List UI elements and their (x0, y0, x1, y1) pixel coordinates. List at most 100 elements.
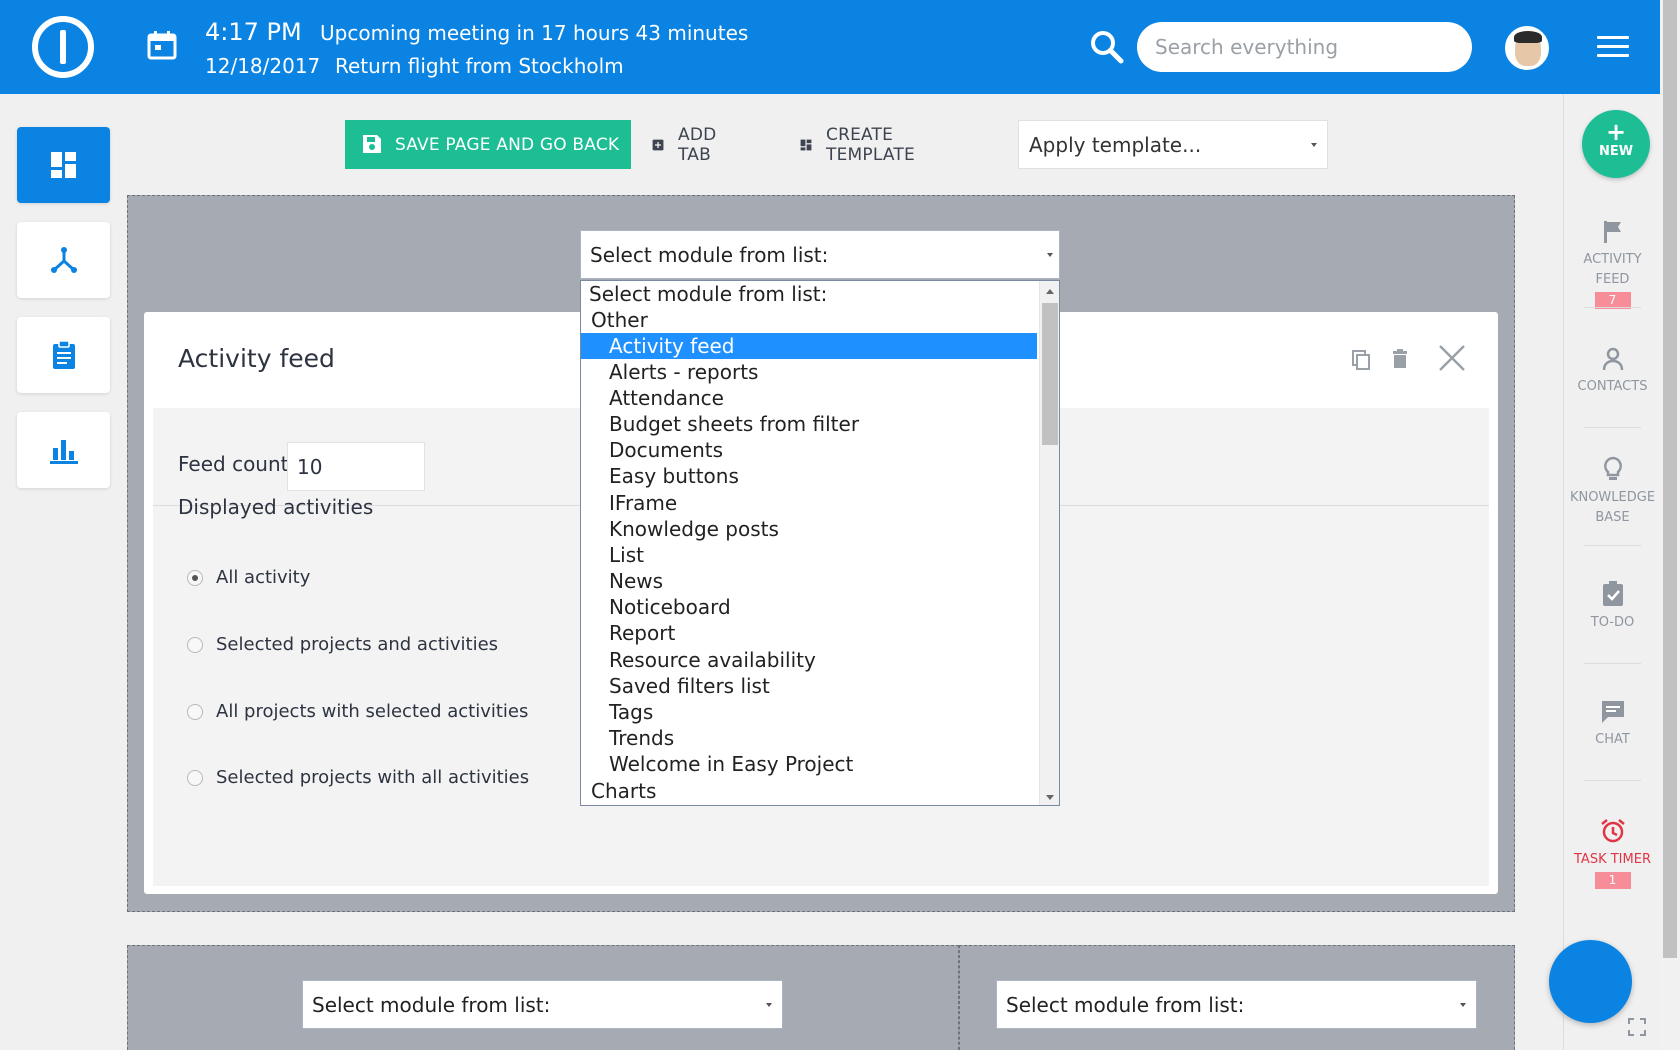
copy-icon[interactable] (1350, 348, 1372, 370)
trash-icon[interactable] (1389, 348, 1411, 370)
dropdown-option[interactable]: Alerts - reports (581, 359, 1037, 385)
dropdown-option[interactable]: Activity feed (581, 333, 1037, 359)
top-bar: 4:17 PM 12/18/2017 Upcoming meeting in 1… (0, 0, 1660, 94)
lightbulb-icon (1603, 456, 1622, 480)
avatar[interactable] (1505, 26, 1549, 70)
nav-network[interactable] (17, 222, 110, 298)
nav-dashboard[interactable] (17, 127, 110, 203)
module-select-top[interactable]: Select module from list: (580, 230, 1060, 279)
upcoming-meeting[interactable]: Upcoming meeting in 17 hours 43 minutes (320, 21, 748, 45)
dropdown-option[interactable]: Report (581, 620, 1037, 646)
radio-selected-projects-all-activities[interactable] (187, 770, 203, 786)
dropdown-group-other: Other (591, 308, 648, 332)
save-page-button[interactable]: SAVE PAGE AND GO BACK (345, 120, 631, 169)
logo[interactable] (32, 16, 94, 78)
knowledge-base-label-2: BASE (1595, 510, 1630, 525)
apply-template-value: Apply template... (1029, 132, 1202, 157)
chat-icon (1601, 701, 1624, 723)
dropdown-option[interactable]: Documents (581, 437, 1037, 463)
radio-label: All activity (216, 567, 311, 588)
chat-label: CHAT (1595, 732, 1630, 747)
plus-square-icon (652, 139, 664, 150)
search-input[interactable] (1137, 22, 1472, 72)
upcoming-event[interactable]: Return flight from Stockholm (335, 54, 624, 78)
flag-icon (1603, 221, 1621, 243)
module-select-bottom-left-value: Select module from list: (312, 992, 551, 1017)
card-title: Activity feed (178, 344, 335, 373)
scroll-up-icon[interactable] (1046, 289, 1054, 294)
plus-icon: + (1605, 118, 1627, 146)
radio-all-projects-selected-activities[interactable] (187, 704, 203, 720)
dropdown-option[interactable]: Trends (581, 725, 1037, 751)
close-icon[interactable] (1437, 343, 1467, 373)
dropdown-scrollbar[interactable] (1039, 281, 1059, 805)
alarm-clock-icon (1600, 819, 1625, 843)
page-scrollbar[interactable] (1660, 0, 1680, 1050)
dropdown-option[interactable]: List (581, 542, 1037, 568)
dropdown-option[interactable]: Saved filters list (581, 673, 1037, 699)
sidebar-item-todo[interactable]: TO-DO (1564, 581, 1661, 633)
dropdown-option[interactable]: Attendance (581, 385, 1037, 411)
add-tab-button[interactable]: ADD TAB (652, 120, 724, 169)
floating-action-button[interactable] (1549, 940, 1632, 1023)
radio-selected-projects-activities[interactable] (187, 637, 203, 653)
dropdown-placeholder[interactable]: Select module from list: (581, 281, 1037, 307)
clipboard-icon (52, 340, 75, 369)
template-icon (800, 139, 812, 150)
current-time: 4:17 PM (205, 18, 302, 46)
bar-chart-icon (49, 440, 78, 464)
todo-label: TO-DO (1590, 615, 1635, 630)
feed-count-input[interactable]: 10 (287, 442, 425, 491)
dropdown-option[interactable]: Easy buttons (581, 463, 1037, 489)
divider (1584, 545, 1641, 546)
knowledge-base-label-1: KNOWLEDGE (1569, 490, 1656, 505)
dropdown-option[interactable]: Tags (581, 699, 1037, 725)
dropdown-group-charts: Charts (591, 779, 657, 803)
calendar-icon[interactable] (147, 30, 177, 60)
chevron-down-icon (1311, 143, 1317, 147)
nav-tasks[interactable] (17, 317, 110, 393)
module-select-bottom-right-value: Select module from list: (1006, 992, 1245, 1017)
scroll-down-icon[interactable] (1046, 795, 1054, 800)
add-tab-label: ADD TAB (678, 124, 717, 165)
dropdown-option[interactable]: Welcome in Easy Project (581, 751, 1037, 777)
divider (1584, 780, 1641, 781)
fullscreen-icon[interactable] (1628, 1018, 1646, 1036)
create-template-button[interactable]: CREATE TEMPLATE (800, 120, 923, 169)
network-icon (50, 247, 77, 273)
chevron-down-icon (1047, 253, 1053, 257)
dropdown-option[interactable]: Resource availability (581, 647, 1037, 673)
module-select-top-value: Select module from list: (590, 242, 829, 267)
sidebar-item-contacts[interactable]: CONTACTS (1564, 347, 1661, 397)
radio-label: Selected projects with all activities (216, 767, 530, 788)
dashboard-icon (50, 152, 76, 178)
dropdown-option[interactable]: Noticeboard (581, 594, 1037, 620)
search-icon[interactable] (1090, 30, 1124, 64)
dropdown-scroll-thumb[interactable] (1042, 303, 1058, 445)
sidebar-item-task-timer[interactable]: TASK TIMER 1 (1564, 818, 1661, 891)
divider (1584, 427, 1641, 428)
module-dropdown-list[interactable]: Select module from list: Other Activity … (580, 280, 1060, 806)
current-date: 12/18/2017 (205, 54, 321, 78)
divider (1584, 307, 1641, 308)
radio-all-activity[interactable] (187, 570, 203, 586)
module-select-bottom-left[interactable]: Select module from list: (302, 980, 783, 1029)
task-timer-badge: 1 (1594, 872, 1631, 889)
activity-feed-label-2: FEED (1595, 272, 1630, 287)
dropdown-option[interactable]: IFrame (581, 490, 1037, 516)
person-icon (1602, 347, 1623, 371)
radio-label: All projects with selected activities (216, 701, 529, 722)
feed-count-label: Feed count (178, 452, 289, 476)
hamburger-menu-icon[interactable] (1597, 36, 1629, 60)
module-select-bottom-right[interactable]: Select module from list: (996, 980, 1477, 1029)
apply-template-select[interactable]: Apply template... (1018, 120, 1328, 169)
dropdown-option[interactable]: Knowledge posts (581, 516, 1037, 542)
activity-feed-label-1: ACTIVITY (1583, 252, 1642, 267)
dropdown-option[interactable]: Budget sheets from filter (581, 411, 1037, 437)
sidebar-item-chat[interactable]: CHAT (1564, 700, 1661, 750)
nav-reports[interactable] (17, 412, 110, 488)
sidebar-item-activity-feed[interactable]: ACTIVITY FEED 7 (1564, 220, 1661, 311)
dropdown-option[interactable]: News (581, 568, 1037, 594)
new-button[interactable]: + NEW (1582, 110, 1650, 178)
sidebar-item-knowledge-base[interactable]: KNOWLEDGE BASE (1564, 456, 1661, 528)
